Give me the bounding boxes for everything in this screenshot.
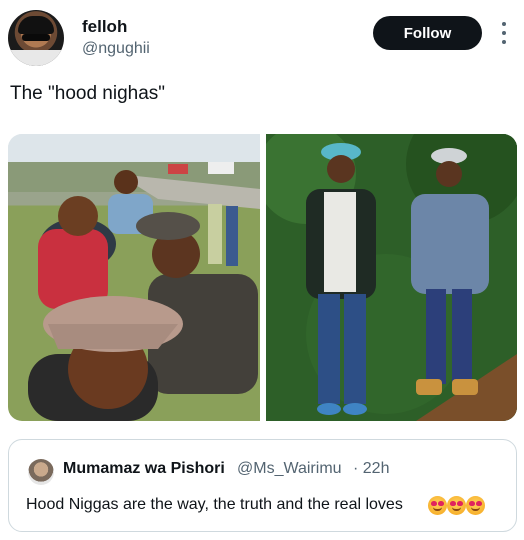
heart-eyes-emoji (428, 496, 447, 515)
more-options-icon[interactable] (498, 22, 510, 44)
heart-eyes-emoji (447, 496, 466, 515)
quoted-timestamp: · 22h (353, 460, 390, 477)
media-grid (8, 134, 517, 421)
group-of-men-roadside-photo[interactable] (8, 134, 260, 421)
two-men-posing-by-hedge-photo[interactable] (266, 134, 517, 421)
author-handle[interactable]: @ngughii (82, 40, 150, 58)
heart-eyes-emoji (466, 496, 485, 515)
quoted-tweet[interactable]: Mumamaz wa Pishori @Ms_Wairimu · 22h Hoo… (8, 439, 517, 532)
quoted-author-avatar (28, 459, 54, 485)
follow-button[interactable]: Follow (373, 16, 482, 50)
avatar-glasses (22, 34, 50, 41)
photo-right-drawing (266, 134, 517, 421)
avatar-cap (18, 16, 54, 34)
tweet-text: The "hood nighas" (10, 83, 166, 104)
avatar-shirt (8, 50, 64, 66)
photo-left-drawing (8, 134, 260, 421)
author-avatar[interactable] (8, 10, 64, 66)
quoted-author-handle: @Ms_Wairimu (237, 460, 342, 477)
quoted-text: Hood Niggas are the way, the truth and t… (26, 496, 403, 513)
author-name[interactable]: felloh (82, 17, 127, 37)
quoted-author-name: Mumamaz wa Pishori (63, 460, 225, 477)
